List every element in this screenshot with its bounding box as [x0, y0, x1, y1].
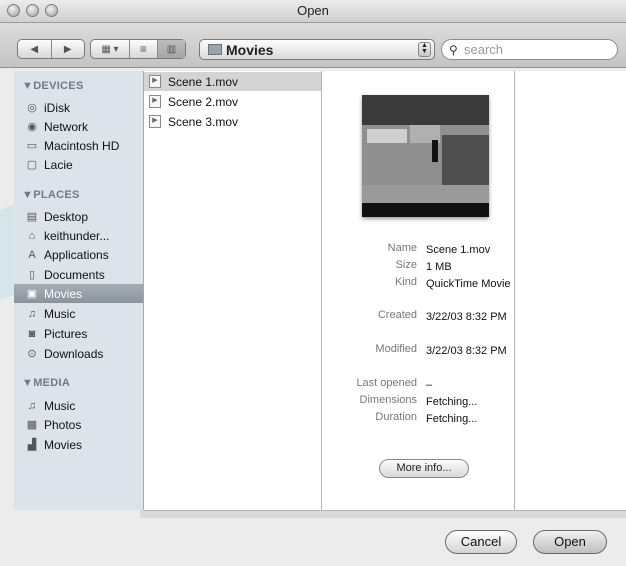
movie-file-icon: ▶	[149, 95, 161, 108]
view-switcher: ▦ ▾ ≡ ▥	[90, 39, 186, 59]
movie-preview-thumbnail	[362, 95, 489, 217]
sidebar-item-media-music[interactable]: ♫ Music	[14, 396, 143, 415]
preview-image	[362, 95, 489, 217]
downloads-icon: ⊙	[27, 348, 37, 360]
photos-icon: ▩	[26, 419, 38, 431]
forward-button[interactable]: ▶	[52, 40, 85, 58]
movie-file-icon: ▶	[149, 115, 161, 128]
sidebar-item-movies[interactable]: ▣ Movies	[14, 284, 143, 303]
sidebar-item-macintosh-hd[interactable]: ▭ Macintosh HD	[14, 136, 143, 155]
window-title: Open	[297, 3, 329, 18]
applications-icon: A	[28, 248, 36, 261]
title-bar: Open	[0, 0, 626, 23]
file-row-scene-2[interactable]: ▶ Scene 2.mov	[144, 92, 321, 111]
search-placeholder: search	[464, 42, 504, 57]
movie-file-icon: ▶	[149, 75, 161, 88]
folder-icon	[208, 44, 222, 55]
music-icon: ♫	[27, 399, 37, 412]
sidebar-item-lacie[interactable]: ▢ Lacie	[14, 155, 143, 174]
info-value-size: 1 MB	[426, 261, 452, 273]
sidebar-section-media: ▼MEDIA	[22, 377, 71, 389]
icon-view-button[interactable]: ▦ ▾	[91, 40, 130, 58]
file-column: ▶ Scene 1.mov ▶ Scene 2.mov ▶ Scene 3.mo…	[144, 71, 329, 510]
file-row-scene-1[interactable]: ▶ Scene 1.mov	[144, 72, 321, 91]
info-key-last-opened: Last opened	[356, 377, 417, 389]
movies-folder-icon: ▣	[26, 288, 38, 300]
empty-column	[515, 71, 626, 510]
sidebar-item-network[interactable]: ◉ Network	[14, 117, 143, 136]
back-arrow-icon: ◀	[30, 43, 39, 55]
info-key-kind: Kind	[394, 276, 417, 288]
info-value-duration: Fetching...	[426, 413, 478, 425]
info-key-dimensions: Dimensions	[359, 394, 417, 406]
more-info-button[interactable]: More info...	[379, 459, 469, 478]
location-label: Movies	[226, 42, 274, 58]
dialog-button-bar: Cancel Open	[0, 518, 626, 566]
forward-arrow-icon: ▶	[63, 43, 72, 55]
info-value-last-opened: –	[426, 379, 433, 391]
back-forward-control: ◀ ▶	[17, 39, 85, 59]
pictures-icon: ◙	[28, 327, 36, 340]
icon-view-icon: ▦ ▾	[101, 43, 119, 55]
info-key-created: Created	[377, 309, 417, 321]
sidebar-item-desktop[interactable]: ▤ Desktop	[14, 207, 143, 226]
location-popup[interactable]: Movies ▲ ▼	[199, 39, 435, 60]
info-key-modified: Modified	[375, 343, 417, 355]
desktop-icon: ▤	[26, 211, 38, 223]
column-view-button[interactable]: ▥	[157, 40, 185, 58]
list-view-icon: ≡	[139, 42, 147, 56]
info-value-dimensions: Fetching...	[426, 396, 478, 408]
sidebar-item-media-movies[interactable]: ▟ Movies	[14, 435, 143, 454]
file-row-scene-3[interactable]: ▶ Scene 3.mov	[144, 112, 321, 131]
search-icon: ⚲	[449, 43, 458, 57]
info-value-created: 3/22/03 8:32 PM	[426, 311, 507, 323]
sidebar-item-pictures[interactable]: ◙ Pictures	[14, 324, 143, 343]
idisk-icon: ◎	[27, 102, 37, 114]
external-disk-icon: ▢	[26, 159, 38, 171]
cancel-button[interactable]: Cancel	[445, 530, 517, 554]
column-view-icon: ▥	[166, 43, 177, 55]
sidebar-item-applications[interactable]: A Applications	[14, 245, 143, 264]
info-key-name: Name	[387, 242, 417, 254]
sidebar-section-places: ▼PLACES	[22, 189, 80, 201]
list-view-button[interactable]: ≡	[130, 40, 158, 58]
music-icon: ♫	[27, 307, 37, 320]
sidebar: ▼DEVICES ◎ iDisk ◉ Network ▭ Macintosh H…	[14, 71, 144, 510]
network-icon: ◉	[27, 121, 37, 133]
search-field[interactable]: ⚲ search	[441, 39, 618, 60]
harddisk-icon: ▭	[26, 140, 38, 152]
info-key-size: Size	[395, 259, 417, 271]
info-value-kind: QuickTime Movie	[426, 278, 511, 290]
info-value-name: Scene 1.mov	[426, 244, 491, 256]
sidebar-item-music[interactable]: ♫ Music	[14, 304, 143, 323]
sidebar-item-idisk[interactable]: ◎ iDisk	[14, 98, 143, 117]
info-key-duration: Duration	[375, 411, 417, 423]
movies-icon: ▟	[27, 439, 37, 451]
sidebar-item-documents[interactable]: ▯ Documents	[14, 265, 143, 284]
toolbar: ◀ ▶ ▦ ▾ ≡ ▥ Movies ▲ ▼ ⚲ search	[0, 23, 626, 68]
open-button[interactable]: Open	[533, 530, 607, 554]
sidebar-item-downloads[interactable]: ⊙ Downloads	[14, 344, 143, 363]
sidebar-item-media-photos[interactable]: ▩ Photos	[14, 415, 143, 434]
back-button[interactable]: ◀	[18, 40, 52, 58]
info-value-modified: 3/22/03 8:32 PM	[426, 345, 507, 357]
popup-arrows-icon: ▲ ▼	[418, 42, 431, 57]
home-icon: ⌂	[28, 229, 36, 242]
preview-column: Name Scene 1.mov Size 1 MB Kind QuickTim…	[322, 71, 522, 510]
sidebar-item-home[interactable]: ⌂ keithunder...	[14, 226, 143, 245]
open-dialog: Open ◀ ▶ ▦ ▾ ≡ ▥ Movies ▲ ▼ ⚲ search ▼DEV…	[0, 0, 626, 566]
sidebar-section-devices: ▼DEVICES	[22, 80, 84, 92]
documents-icon: ▯	[28, 269, 36, 281]
